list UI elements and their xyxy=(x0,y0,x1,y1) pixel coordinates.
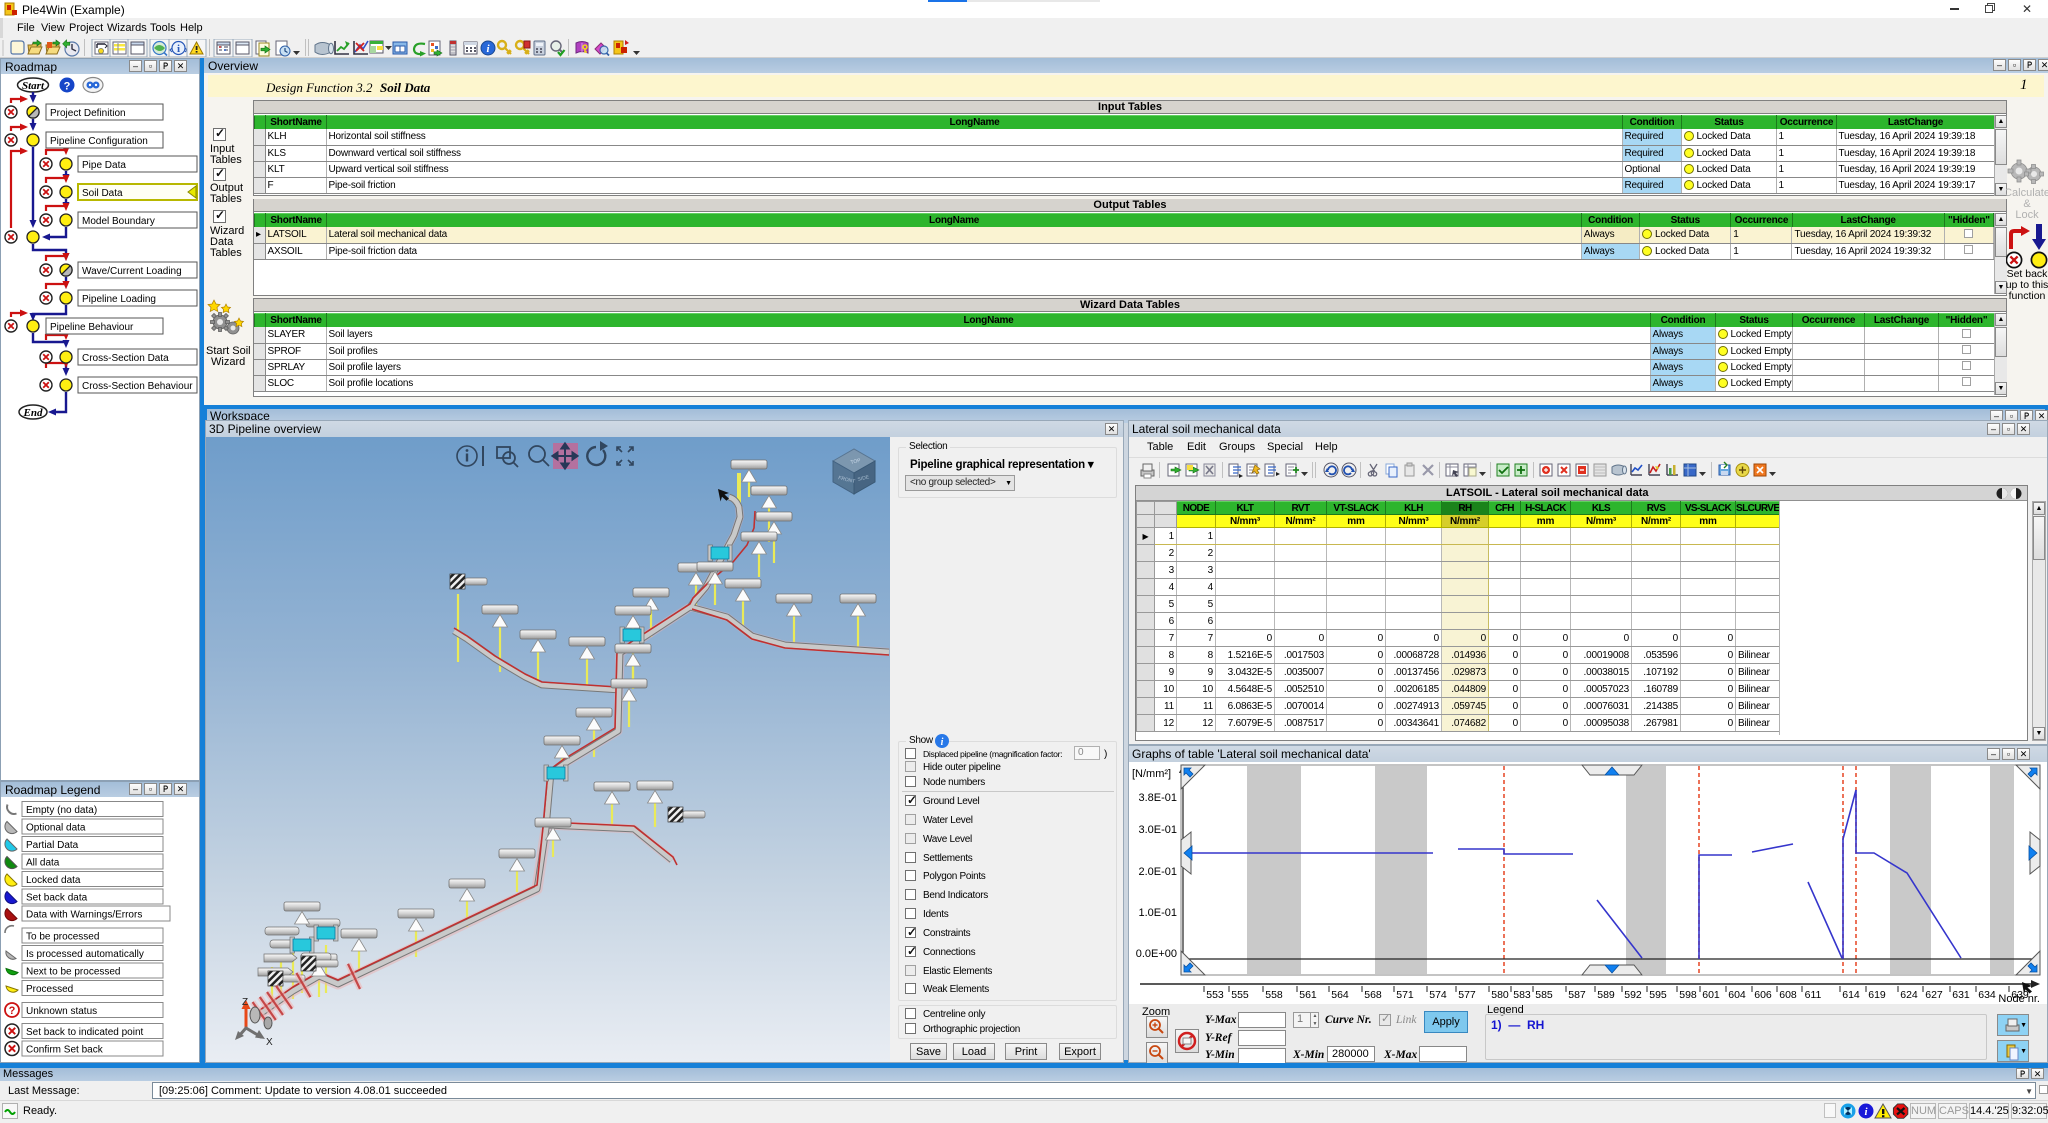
svg-text:606: 606 xyxy=(1754,989,1772,1001)
svg-text:Is processed automatically: Is processed automatically xyxy=(26,949,144,960)
svg-text:Set back to indicated point: Set back to indicated point xyxy=(26,1027,144,1038)
svg-text:624: 624 xyxy=(1900,989,1918,1001)
svg-text:?: ? xyxy=(9,1005,16,1017)
svg-text:Z: Z xyxy=(242,997,248,1008)
svg-text:Project Definition: Project Definition xyxy=(50,108,126,119)
svg-text:Processed: Processed xyxy=(26,984,73,995)
svg-text:614: 614 xyxy=(1842,989,1860,1001)
svg-text:Locked data: Locked data xyxy=(26,875,81,886)
svg-text:627: 627 xyxy=(1925,989,1943,1001)
svg-text:To be processed: To be processed xyxy=(26,932,99,943)
svg-text:553: 553 xyxy=(1206,989,1224,1001)
svg-text:Node nr.: Node nr. xyxy=(1998,993,2040,1004)
svg-text:3.0E-01: 3.0E-01 xyxy=(1138,824,1177,836)
svg-text:634: 634 xyxy=(1978,989,1996,1001)
svg-text:585: 585 xyxy=(1535,989,1553,1001)
svg-text:function: function xyxy=(2009,290,2046,302)
svg-text:Pipeline Configuration: Pipeline Configuration xyxy=(50,136,148,147)
svg-text:589: 589 xyxy=(1597,989,1615,1001)
svg-text:i: i xyxy=(941,737,944,748)
svg-text:Unknown status: Unknown status xyxy=(26,1006,97,1017)
svg-text:Wave/Current Loading: Wave/Current Loading xyxy=(82,266,182,277)
svg-text:Pipeline Behaviour: Pipeline Behaviour xyxy=(50,322,134,333)
svg-text:Confirm Set back: Confirm Set back xyxy=(26,1045,104,1056)
svg-text:Partial Data: Partial Data xyxy=(26,840,79,851)
svg-text:Set back data: Set back data xyxy=(26,893,88,904)
svg-text:631: 631 xyxy=(1952,989,1970,1001)
svg-text:[N/mm²]: [N/mm²] xyxy=(1132,768,1171,780)
svg-text:592: 592 xyxy=(1624,989,1642,1001)
svg-text:564: 564 xyxy=(1331,989,1349,1001)
svg-text:i: i xyxy=(177,43,180,55)
svg-text:577: 577 xyxy=(1458,989,1476,1001)
svg-text:583: 583 xyxy=(1513,989,1531,1001)
svg-text:Empty (no data): Empty (no data) xyxy=(26,805,97,816)
svg-text:568: 568 xyxy=(1364,989,1382,1001)
svg-text:Lock: Lock xyxy=(2015,209,2039,221)
svg-text:Cross-Section Data: Cross-Section Data xyxy=(82,353,169,364)
svg-text:Pipeline Loading: Pipeline Loading xyxy=(82,294,156,305)
svg-text:3.8E-01: 3.8E-01 xyxy=(1138,792,1177,804)
svg-text:580: 580 xyxy=(1491,989,1509,1001)
svg-text:Start: Start xyxy=(22,80,45,92)
svg-text:?: ? xyxy=(64,81,71,93)
svg-text:555: 555 xyxy=(1231,989,1249,1001)
svg-text:598: 598 xyxy=(1679,989,1697,1001)
svg-text:X: X xyxy=(266,1037,273,1048)
svg-text:Pipe Data: Pipe Data xyxy=(82,160,126,171)
svg-text:595: 595 xyxy=(1649,989,1667,1001)
svg-text:619: 619 xyxy=(1868,989,1886,1001)
svg-text:587: 587 xyxy=(1568,989,1586,1001)
svg-text:604: 604 xyxy=(1728,989,1746,1001)
svg-text:Next to be processed: Next to be processed xyxy=(26,967,121,978)
svg-text:Optional data: Optional data xyxy=(26,823,86,834)
svg-text:1.0E-01: 1.0E-01 xyxy=(1138,907,1177,919)
svg-text:558: 558 xyxy=(1265,989,1283,1001)
svg-text:571: 571 xyxy=(1396,989,1414,1001)
svg-text:0.0E+00: 0.0E+00 xyxy=(1136,948,1177,960)
svg-text:608: 608 xyxy=(1779,989,1797,1001)
svg-text:561: 561 xyxy=(1299,989,1317,1001)
svg-text:2.0E-01: 2.0E-01 xyxy=(1138,866,1177,878)
svg-text:Cross-Section Behaviour: Cross-Section Behaviour xyxy=(82,381,193,392)
svg-text:Model Boundary: Model Boundary xyxy=(82,216,155,227)
svg-text:Data with Warnings/Errors: Data with Warnings/Errors xyxy=(26,910,142,921)
svg-text:Soil Data: Soil Data xyxy=(82,188,123,199)
svg-text:574: 574 xyxy=(1429,989,1447,1001)
svg-text:End: End xyxy=(23,407,43,419)
svg-text:611: 611 xyxy=(1805,989,1822,1001)
svg-text:All data: All data xyxy=(26,858,60,869)
svg-text:601: 601 xyxy=(1702,989,1720,1001)
